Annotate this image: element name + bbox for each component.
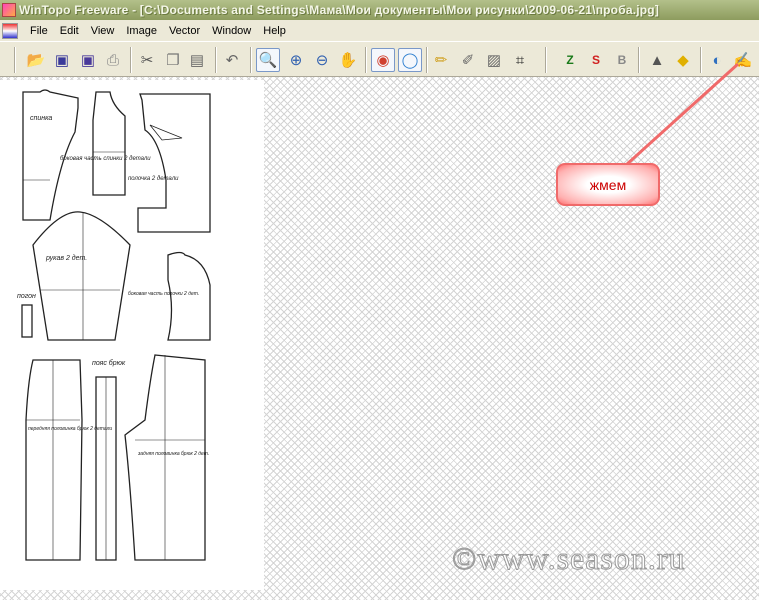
undo-icon[interactable]: ↶ <box>220 48 244 72</box>
zoom-tool-icon[interactable]: 🔍 <box>256 48 280 72</box>
select-color-icon[interactable]: ◉ <box>371 48 395 72</box>
label-side-back: боковая часть спинки 2 детали <box>60 156 151 162</box>
toolbar: 📂 ▣ ▣ ⎙ ✂ ❐ ▤ ↶ 🔍 ⊕ ⊖ ✋ ◉ ◯ ✏ ✐ ▨ ⌗ Z S … <box>0 41 759 77</box>
eraser-icon[interactable]: ✐ <box>456 48 480 72</box>
edit-area-icon[interactable]: ▨ <box>482 48 506 72</box>
s-thin-icon[interactable]: S <box>584 48 608 72</box>
label-sleeve: рукав 2 дет. <box>45 254 87 262</box>
b-thin-icon[interactable]: B <box>610 48 634 72</box>
callout-box: жмем <box>556 163 660 206</box>
vectorise-icon[interactable]: ◐ <box>705 48 729 72</box>
one-touch-vectorise-icon[interactable]: ✍ <box>731 48 755 72</box>
menu-view[interactable]: View <box>85 25 121 37</box>
open-icon[interactable]: 📂 <box>24 48 48 72</box>
select-circle-icon[interactable]: ◯ <box>398 48 422 72</box>
menu-edit[interactable]: Edit <box>54 25 85 37</box>
title-bar: WinTopo Freeware - [C:\Documents and Set… <box>0 0 759 20</box>
z-thin-icon[interactable]: Z <box>558 48 582 72</box>
label-back: спинка <box>30 115 52 122</box>
pattern-image: спинка боковая часть спинки 2 детали пол… <box>0 80 264 590</box>
menu-help[interactable]: Help <box>257 25 292 37</box>
label-side-front: боковая часть полочки 2 дет. <box>128 291 199 297</box>
save-icon[interactable]: ▣ <box>50 48 74 72</box>
copy-icon[interactable]: ❐ <box>161 48 185 72</box>
menu-file[interactable]: File <box>24 25 54 37</box>
window-title: WinTopo Freeware - [C:\Documents and Set… <box>19 3 660 17</box>
save-as-icon[interactable]: ▣ <box>76 48 100 72</box>
menu-vector[interactable]: Vector <box>163 25 206 37</box>
paste-icon[interactable]: ▤ <box>185 48 209 72</box>
zoom-out-icon[interactable]: ⊖ <box>310 48 334 72</box>
label-back-trousers: задняя половинка брюк 2 дет. <box>137 451 209 457</box>
app-icon <box>2 3 16 17</box>
label-belt: пояс брюк <box>92 359 126 367</box>
crop-icon[interactable]: ⌗ <box>508 48 532 72</box>
cut-icon[interactable]: ✂ <box>135 48 159 72</box>
label-strap: погон <box>17 293 36 300</box>
hand-pan-icon[interactable]: ✋ <box>336 48 360 72</box>
document-icon[interactable] <box>2 22 18 39</box>
menu-image[interactable]: Image <box>120 25 163 37</box>
label-front: полочка 2 детали <box>128 176 179 182</box>
menu-bar: File Edit View Image Vector Window Help <box>0 20 759 41</box>
watermark: ©www.season.ru <box>452 540 686 577</box>
threshold-icon[interactable]: ▲ <box>645 48 669 72</box>
callout-text: жмем <box>589 176 627 193</box>
label-front-trousers: передняя половинка брюк 2 детали <box>28 426 112 432</box>
pencil-icon[interactable]: ✏ <box>429 48 453 72</box>
filter-icon[interactable]: ◆ <box>671 48 695 72</box>
zoom-in-icon[interactable]: ⊕ <box>284 48 308 72</box>
print-icon[interactable]: ⎙ <box>101 48 125 72</box>
menu-window[interactable]: Window <box>206 25 257 37</box>
